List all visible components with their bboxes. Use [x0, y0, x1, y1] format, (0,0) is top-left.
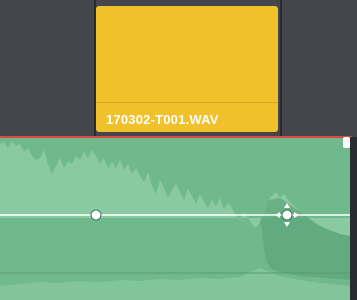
timeline: 170302-T001.WAV: [0, 0, 357, 300]
keyframe-icon[interactable]: [90, 209, 102, 221]
track-right-edge: [350, 137, 357, 300]
trim-handle-icon[interactable]: [343, 137, 350, 148]
waveform-dark: [260, 198, 350, 280]
waveform: [0, 141, 350, 300]
clip-divider: [96, 102, 278, 103]
audio-clip[interactable]: [0, 136, 352, 300]
clip-name: 170302-T001.WAV: [106, 112, 219, 127]
lane-divider: [280, 0, 282, 137]
video-clip[interactable]: 170302-T001.WAV: [96, 6, 278, 132]
